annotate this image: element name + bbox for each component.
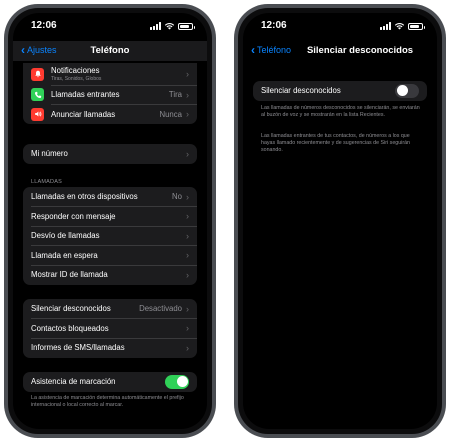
incoming-calls-row[interactable]: Llamadas entrantes Tira › <box>23 85 197 105</box>
dial-assist-group: Asistencia de marcación <box>23 372 197 392</box>
sms-reports-row[interactable]: Informes de SMS/llamadas › <box>23 338 197 358</box>
blocked-contacts-row[interactable]: Contactos bloqueados › <box>23 319 197 339</box>
my-number-group: Mi número › <box>23 144 197 164</box>
blocking-group: Silenciar desconocidos Desactivado › Con… <box>23 299 197 358</box>
chevron-right-icon: › <box>186 211 189 222</box>
phone-settings-screen: 12:06 ‹ Ajustes Teléfono Notificaciones … <box>4 4 216 438</box>
row-label: Silenciar desconocidos <box>31 304 111 314</box>
incoming-calls-value: Tira <box>168 90 182 100</box>
bell-icon <box>31 67 44 81</box>
row-label: Informes de SMS/llamadas <box>31 343 125 353</box>
row-label: Mostrar ID de llamada <box>31 270 108 280</box>
row-label: Llamada en espera <box>31 250 98 260</box>
status-icons <box>380 22 425 30</box>
status-icons <box>150 22 195 30</box>
wifi-icon <box>164 22 175 30</box>
silence-unknown-contacts-note: Las llamadas entrantes de tus contactos,… <box>261 133 410 153</box>
calls-section-header: LLAMADAS <box>31 179 62 185</box>
announce-calls-value: Nunca <box>159 109 182 119</box>
cellular-signal-icon <box>150 22 161 30</box>
row-label: Llamadas en otros dispositivos <box>31 192 138 202</box>
notifications-label: Notificaciones <box>51 66 100 75</box>
back-button[interactable]: ‹ Ajustes <box>21 42 57 57</box>
calls-group: Llamadas en otros dispositivos No › Resp… <box>23 187 197 285</box>
calls-row-caller-id[interactable]: Mostrar ID de llamada › <box>23 265 197 285</box>
silence-unknown-description: Las llamadas de números desconocidos se … <box>261 105 420 118</box>
chevron-left-icon: ‹ <box>21 42 25 57</box>
my-number-row[interactable]: Mi número › <box>23 144 197 164</box>
cellular-signal-icon <box>380 22 391 30</box>
row-value: No <box>172 192 182 202</box>
speaker-icon <box>31 107 44 121</box>
chevron-right-icon: › <box>186 109 189 120</box>
calls-row-reply-message[interactable]: Responder con mensaje › <box>23 207 197 227</box>
chevron-right-icon: › <box>186 230 189 241</box>
silence-unknown-toggle[interactable] <box>395 83 419 98</box>
notifications-row[interactable]: Notificaciones Tiras, Sonidos, Globos › <box>23 63 197 85</box>
chevron-right-icon: › <box>186 250 189 261</box>
battery-icon <box>408 23 425 30</box>
notifications-group: Notificaciones Tiras, Sonidos, Globos › … <box>23 63 197 124</box>
chevron-right-icon: › <box>186 269 189 280</box>
status-time: 12:06 <box>31 20 57 31</box>
wifi-icon <box>394 22 405 30</box>
chevron-right-icon: › <box>186 69 189 79</box>
row-label: Responder con mensaje <box>31 211 116 221</box>
notifications-subtitle: Tiras, Sonidos, Globos <box>51 76 102 82</box>
dial-assist-footer: La asistencia de marcación determina aut… <box>31 395 184 408</box>
chevron-right-icon: › <box>186 89 189 100</box>
row-label: Contactos bloqueados <box>31 323 109 333</box>
battery-icon <box>178 23 195 30</box>
navigation-bar: ‹ Ajustes Teléfono <box>13 41 207 61</box>
dial-assist-toggle[interactable] <box>165 374 189 389</box>
silence-unknown-label: Silenciar desconocidos <box>261 86 341 96</box>
chevron-right-icon: › <box>186 148 189 159</box>
status-time: 12:06 <box>261 20 287 31</box>
settings-list: Notificaciones Tiras, Sonidos, Globos › … <box>13 61 207 429</box>
dial-assist-label: Asistencia de marcación <box>31 377 116 387</box>
phone-bezel: 12:06 ‹ Ajustes Teléfono Notificaciones … <box>8 8 212 434</box>
phone-bezel: 12:06 ‹ Teléfono Silenciar desconocidos … <box>238 8 442 434</box>
chevron-left-icon: ‹ <box>251 42 255 57</box>
phone-icon <box>31 88 44 102</box>
row-label: Desvío de llamadas <box>31 231 100 241</box>
page-title: Silenciar desconocidos <box>306 45 414 56</box>
my-number-label: Mi número <box>31 149 68 159</box>
notch <box>302 13 378 30</box>
chevron-right-icon: › <box>186 342 189 353</box>
announce-calls-label: Anunciar llamadas <box>51 109 116 119</box>
navigation-bar: ‹ Teléfono Silenciar desconocidos <box>243 41 437 61</box>
dial-assist-row: Asistencia de marcación <box>23 372 197 392</box>
phone-screen: 12:06 ‹ Ajustes Teléfono Notificaciones … <box>13 13 207 429</box>
silence-unknown-toggle-row: Silenciar desconocidos <box>253 81 427 101</box>
back-button[interactable]: ‹ Teléfono <box>251 42 292 57</box>
phone-silence-unknown-screen: 12:06 ‹ Teléfono Silenciar desconocidos … <box>234 4 446 438</box>
calls-row-forwarding[interactable]: Desvío de llamadas › <box>23 226 197 246</box>
calls-row-other-devices[interactable]: Llamadas en otros dispositivos No › <box>23 187 197 207</box>
chevron-right-icon: › <box>186 303 189 314</box>
phone-screen: 12:06 ‹ Teléfono Silenciar desconocidos … <box>243 13 437 429</box>
silence-unknown-group: Silenciar desconocidos <box>253 81 427 101</box>
silence-unknown-content: Silenciar desconocidos Las llamadas de n… <box>243 61 437 429</box>
back-label: Ajustes <box>27 45 57 55</box>
silence-unknown-row[interactable]: Silenciar desconocidos Desactivado › <box>23 299 197 319</box>
back-label: Teléfono <box>257 45 292 55</box>
notch <box>72 13 148 30</box>
chevron-right-icon: › <box>186 191 189 202</box>
row-value: Desactivado <box>139 304 182 314</box>
calls-row-waiting[interactable]: Llamada en espera › <box>23 246 197 266</box>
chevron-right-icon: › <box>186 323 189 334</box>
announce-calls-row[interactable]: Anunciar llamadas Nunca › <box>23 105 197 125</box>
incoming-calls-label: Llamadas entrantes <box>51 90 120 100</box>
